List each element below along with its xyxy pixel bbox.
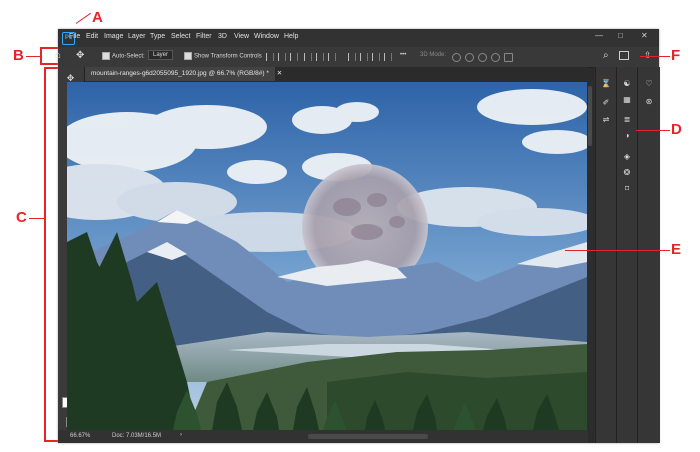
checkbox-icon bbox=[102, 52, 110, 60]
search-icon[interactable]: ⌕ bbox=[603, 50, 609, 61]
status-arrow-icon[interactable]: › bbox=[180, 432, 182, 438]
layers-icon[interactable]: ◈ bbox=[622, 152, 632, 162]
align-right-icon[interactable] bbox=[328, 53, 336, 61]
leader-a bbox=[75, 12, 92, 24]
paths-icon[interactable]: ⌑ bbox=[622, 184, 632, 194]
close-tab-icon[interactable]: ✕ bbox=[277, 70, 282, 77]
transform-controls-checkbox[interactable]: Show Transform Controls bbox=[184, 52, 262, 60]
menu-view[interactable]: View bbox=[234, 33, 249, 40]
close-icon[interactable]: ✕ bbox=[641, 31, 648, 40]
3d-mode-label: 3D Mode: bbox=[420, 52, 447, 58]
menu-file[interactable]: File bbox=[69, 33, 80, 40]
auto-select-checkbox[interactable]: Auto-Select: bbox=[102, 52, 145, 60]
options-bar: ⌂ ✥ Auto-Select: Layer Show Transform Co… bbox=[55, 47, 659, 68]
menu-select[interactable]: Select bbox=[171, 33, 190, 40]
3d-camera-icon[interactable] bbox=[504, 53, 513, 62]
vertical-scrollbar[interactable] bbox=[587, 82, 593, 430]
landscape-image bbox=[67, 82, 587, 430]
3d-rotate-icon[interactable] bbox=[452, 53, 461, 62]
leader-c bbox=[29, 218, 44, 219]
move-tool-icon[interactable]: ✥ bbox=[76, 50, 84, 61]
distribute-1-icon[interactable] bbox=[348, 53, 356, 61]
more-options-icon[interactable]: ••• bbox=[400, 52, 406, 58]
document-tab-bar: mountain-ranges-g6d2055095_1920.jpg @ 66… bbox=[85, 67, 587, 81]
doc-info: Doc: 7.03M/16.5M bbox=[112, 433, 162, 439]
auto-select-value: Layer bbox=[148, 50, 174, 60]
maximize-icon[interactable]: □ bbox=[618, 31, 623, 40]
status-bar: 66.67% Doc: 7.03M/16.5M › bbox=[58, 430, 588, 443]
menu-bar: Ps File Edit Image Layer Type Select Fil… bbox=[58, 29, 659, 47]
scrollbar-thumb[interactable] bbox=[588, 86, 592, 146]
menu-edit[interactable]: Edit bbox=[86, 33, 98, 40]
leader-e bbox=[565, 250, 670, 251]
distribute-4-icon[interactable] bbox=[384, 53, 392, 61]
document-title: mountain-ranges-g6d2055095_1920.jpg @ 66… bbox=[91, 70, 269, 77]
callout-d: D bbox=[671, 121, 682, 138]
callout-c: C bbox=[16, 209, 27, 226]
home-icon[interactable]: ⌂ bbox=[55, 50, 61, 61]
align-middle-icon[interactable] bbox=[278, 53, 286, 61]
leader-f bbox=[640, 56, 670, 57]
transform-controls-label: Show Transform Controls bbox=[194, 53, 262, 60]
properties-icon[interactable]: ≣ bbox=[622, 115, 632, 125]
checkbox-icon bbox=[184, 52, 192, 60]
photoshop-window: Ps File Edit Image Layer Type Select Fil… bbox=[55, 29, 660, 443]
callout-f: F bbox=[671, 47, 681, 64]
menu-image[interactable]: Image bbox=[104, 33, 123, 40]
adjustments-icon[interactable]: ◑ bbox=[622, 131, 632, 141]
document-tab[interactable]: mountain-ranges-g6d2055095_1920.jpg @ 66… bbox=[85, 67, 282, 81]
leader-d bbox=[636, 130, 670, 131]
leader-b bbox=[26, 56, 40, 57]
distribute-3-icon[interactable] bbox=[372, 53, 380, 61]
menu-type[interactable]: Type bbox=[150, 33, 165, 40]
learn-icon[interactable]: ♡ bbox=[644, 79, 654, 89]
history-icon[interactable]: ⌛ bbox=[601, 79, 611, 89]
menu-filter[interactable]: Filter bbox=[196, 33, 212, 40]
menu-layer[interactable]: Layer bbox=[128, 33, 146, 40]
libraries-icon[interactable]: ⊛ bbox=[644, 97, 654, 107]
panels-area: ⌛ ✐ ⇌ ☯ ▦ ≣ ◑ ◈ ❂ ⌑ ♡ ⊛ bbox=[594, 67, 660, 443]
panel-column-3: ♡ ⊛ bbox=[637, 67, 660, 443]
color-icon[interactable]: ☯ bbox=[622, 79, 632, 89]
auto-select-dropdown[interactable]: Layer bbox=[148, 50, 174, 60]
zoom-level[interactable]: 66.67% bbox=[70, 433, 90, 439]
menu-3d[interactable]: 3D bbox=[218, 33, 227, 40]
3d-slide-icon[interactable] bbox=[491, 53, 500, 62]
distribute-2-icon[interactable] bbox=[360, 53, 368, 61]
callout-b: B bbox=[13, 47, 24, 64]
horizontal-scrollbar[interactable] bbox=[308, 434, 428, 439]
document-canvas[interactable] bbox=[67, 82, 587, 430]
channels-icon[interactable]: ❂ bbox=[622, 168, 632, 178]
panel-column-1: ⌛ ✐ ⇌ bbox=[595, 67, 616, 443]
adjust-icon[interactable]: ⇌ bbox=[601, 115, 611, 125]
callout-a: A bbox=[92, 9, 103, 26]
align-top-icon[interactable] bbox=[266, 53, 274, 61]
workspace-icon[interactable] bbox=[619, 51, 629, 60]
brushes-icon[interactable]: ✐ bbox=[601, 98, 611, 108]
align-bottom-icon[interactable] bbox=[290, 53, 298, 61]
auto-select-label: Auto-Select: bbox=[112, 53, 145, 60]
callout-e: E bbox=[671, 241, 682, 258]
menu-window[interactable]: Window bbox=[254, 33, 279, 40]
swatches-icon[interactable]: ▦ bbox=[622, 95, 632, 105]
align-left-icon[interactable] bbox=[304, 53, 312, 61]
3d-pan-icon[interactable] bbox=[478, 53, 487, 62]
3d-roll-icon[interactable] bbox=[465, 53, 474, 62]
align-center-icon[interactable] bbox=[316, 53, 324, 61]
minimize-icon[interactable]: — bbox=[595, 31, 603, 40]
panel-column-2: ☯ ▦ ≣ ◑ ◈ ❂ ⌑ bbox=[616, 67, 637, 443]
menu-help[interactable]: Help bbox=[284, 33, 298, 40]
